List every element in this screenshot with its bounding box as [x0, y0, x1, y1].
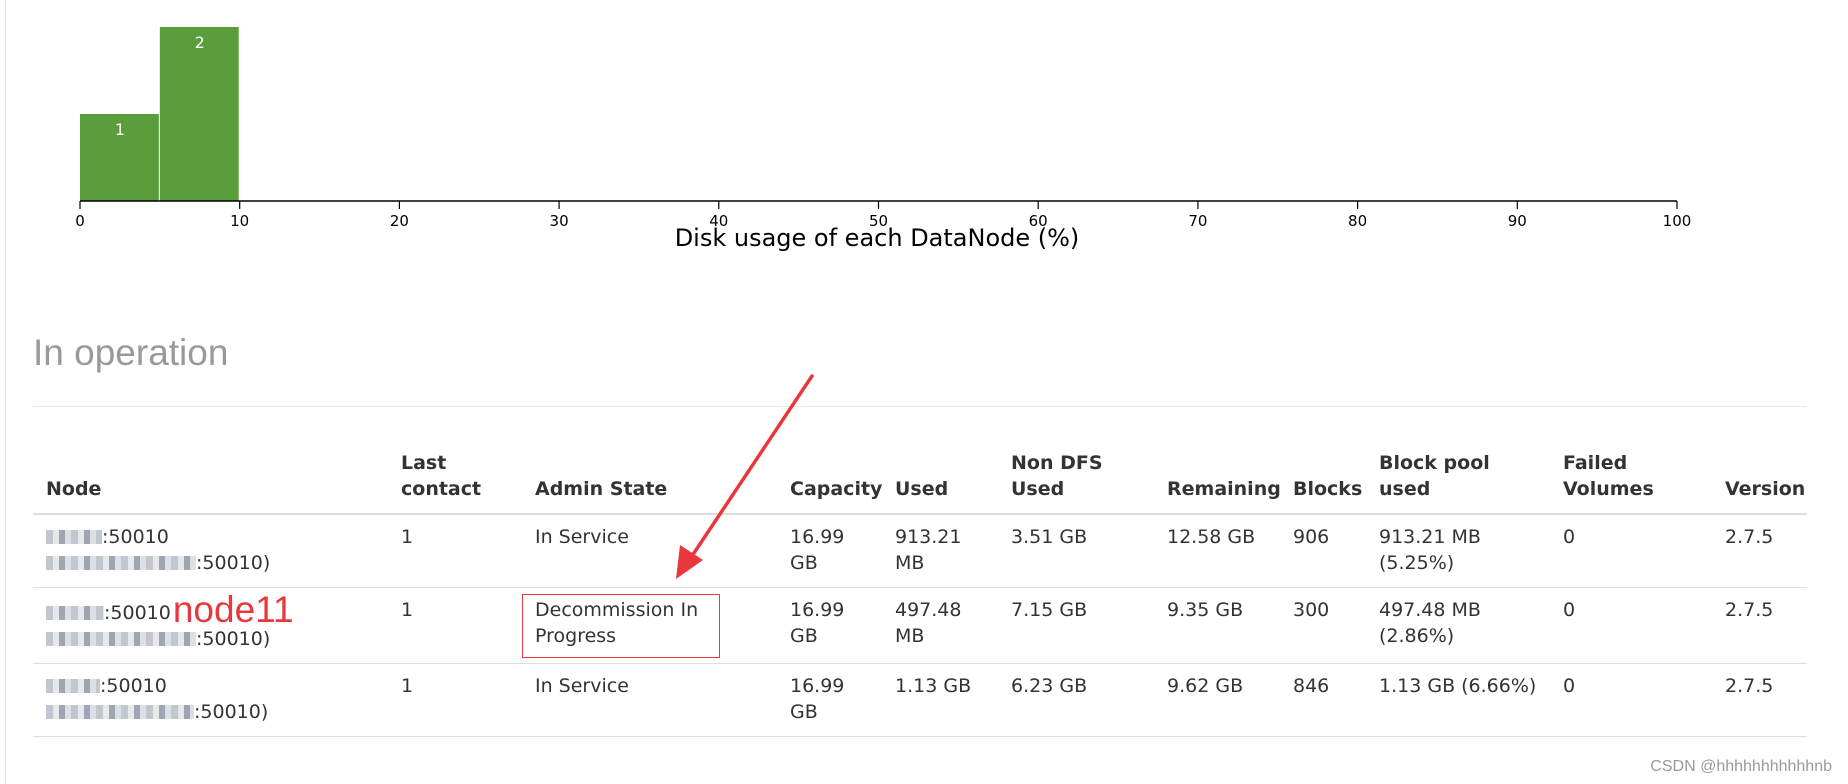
admin-state-cell: Decommission In Progress	[522, 587, 777, 664]
header-used[interactable]: Used	[882, 442, 998, 515]
redacted-ip	[46, 632, 196, 646]
used-cell: 1.13 GB	[882, 663, 998, 737]
remaining-cell: 9.62 GB	[1154, 663, 1280, 737]
redacted-hostname	[46, 679, 100, 693]
datanode-table: Node Last contact Admin State Capacity U…	[33, 442, 1807, 737]
watermark: CSDN @hhhhhhhhhhhnb	[1650, 758, 1832, 775]
header-node[interactable]: Node	[33, 442, 388, 515]
bar-value-label: 1	[115, 120, 125, 139]
histogram-bar	[159, 27, 239, 201]
node-address[interactable]: :50010	[46, 673, 378, 699]
non-dfs-used-cell: 6.23 GB	[998, 663, 1154, 737]
version-cell: 2.7.5	[1712, 587, 1807, 664]
header-admin-state[interactable]: Admin State	[522, 442, 777, 515]
x-tick-label: 0	[75, 212, 85, 230]
node-port: :50010	[104, 602, 171, 624]
blocks-cell: 846	[1280, 663, 1366, 737]
redacted-ip	[46, 556, 196, 570]
header-version[interactable]: Version	[1712, 442, 1807, 515]
header-last-contact[interactable]: Last contact	[388, 442, 522, 515]
failed-volumes-cell: 0	[1550, 663, 1712, 737]
node-annotation-label: node11	[172, 589, 294, 630]
node-address[interactable]: :50010node11	[46, 591, 378, 628]
header-capacity[interactable]: Capacity	[777, 442, 882, 515]
node-transfer-port: :50010)	[196, 552, 271, 574]
x-tick-label: 30	[550, 212, 569, 230]
table-row: :50010node11 :50010) 1 Decommission In P…	[33, 587, 1807, 664]
node-transfer-address: :50010)	[46, 699, 378, 725]
node-transfer-port: :50010)	[196, 628, 271, 650]
x-axis-label: Disk usage of each DataNode (%)	[675, 224, 1080, 252]
x-tick-label: 70	[1188, 212, 1207, 230]
block-pool-used-cell: 913.21 MB (5.25%)	[1366, 514, 1550, 588]
section-title: In operation	[33, 332, 229, 373]
last-contact-cell: 1	[388, 514, 522, 588]
header-blocks[interactable]: Blocks	[1280, 442, 1366, 515]
node-cell: :50010node11 :50010)	[33, 587, 388, 664]
remaining-cell: 12.58 GB	[1154, 514, 1280, 588]
failed-volumes-cell: 0	[1550, 514, 1712, 588]
non-dfs-used-cell: 3.51 GB	[998, 514, 1154, 588]
capacity-cell: 16.99 GB	[777, 663, 882, 737]
bar-value-label: 2	[195, 33, 205, 52]
x-tick-label: 20	[390, 212, 409, 230]
redacted-hostname	[46, 530, 102, 544]
node-transfer-port: :50010)	[194, 701, 269, 723]
admin-state-cell: In Service	[522, 663, 777, 737]
section-divider	[33, 406, 1806, 407]
node-port: :50010	[100, 675, 167, 697]
admin-state-text: Decommission In Progress	[535, 599, 699, 647]
version-cell: 2.7.5	[1712, 514, 1807, 588]
blocks-cell: 906	[1280, 514, 1366, 588]
version-cell: 2.7.5	[1712, 663, 1807, 737]
used-cell: 497.48 MB	[882, 587, 998, 664]
table-header-row: Node Last contact Admin State Capacity U…	[33, 442, 1807, 515]
disk-usage-histogram: 12 0 10 20 30 40 50 60 70 80 90 100 Disk usage of …	[75, 27, 1692, 252]
node-port: :50010	[102, 526, 169, 548]
node-cell: :50010 :50010)	[33, 663, 388, 737]
header-remaining[interactable]: Remaining	[1154, 442, 1281, 515]
remaining-cell: 9.35 GB	[1154, 587, 1280, 664]
capacity-cell: 16.99 GB	[777, 587, 882, 664]
block-pool-used-cell: 1.13 GB (6.66%)	[1366, 663, 1550, 737]
used-cell: 913.21 MB	[882, 514, 998, 588]
table-row: :50010 :50010) 1 In Service 16.99 GB 1.1…	[33, 663, 1807, 737]
non-dfs-used-cell: 7.15 GB	[998, 587, 1154, 664]
x-tick-label: 10	[230, 212, 249, 230]
x-tick-label: 90	[1508, 212, 1527, 230]
header-non-dfs-used[interactable]: Non DFS Used	[998, 442, 1154, 515]
last-contact-cell: 1	[388, 663, 522, 737]
x-tick-label: 80	[1348, 212, 1367, 230]
capacity-cell: 16.99 GB	[777, 514, 882, 588]
histogram-bars: 12	[80, 27, 239, 201]
node-transfer-address: :50010)	[46, 626, 378, 652]
header-block-pool-used[interactable]: Block pool used	[1366, 442, 1550, 515]
node-transfer-address: :50010)	[46, 550, 378, 576]
redacted-ip	[46, 705, 194, 719]
table-row: :50010 :50010) 1 In Service 16.99 GB 913…	[33, 514, 1807, 588]
failed-volumes-cell: 0	[1550, 587, 1712, 664]
block-pool-used-cell: 497.48 MB (2.86%)	[1366, 587, 1550, 664]
blocks-cell: 300	[1280, 587, 1366, 664]
last-contact-cell: 1	[388, 587, 522, 664]
redacted-hostname	[46, 606, 104, 620]
header-failed-volumes[interactable]: Failed Volumes	[1550, 442, 1712, 515]
node-cell: :50010 :50010)	[33, 514, 388, 588]
x-tick-label: 100	[1663, 212, 1692, 230]
node-address[interactable]: :50010	[46, 524, 378, 550]
admin-state-cell: In Service	[522, 514, 777, 588]
